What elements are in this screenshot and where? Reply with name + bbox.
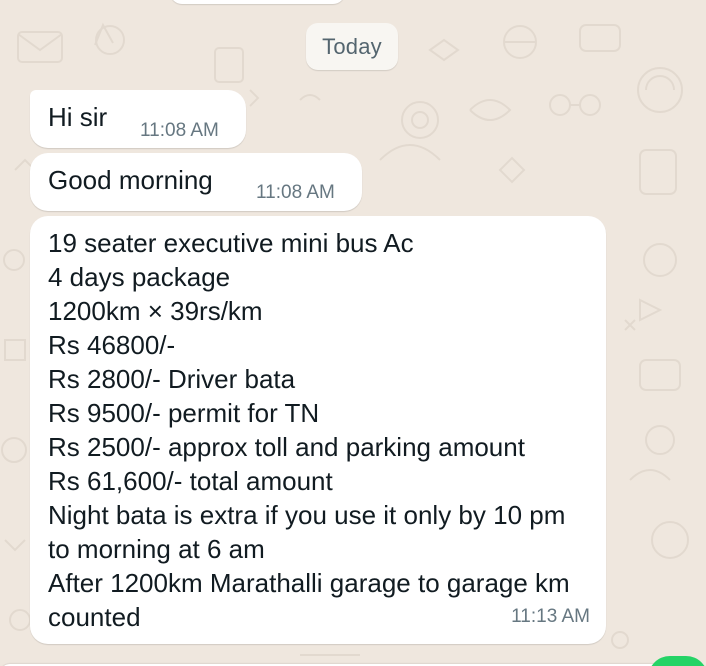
chat-wallpaper: Today Hi sir 11:08 AM Good morning 11:08… <box>0 0 706 666</box>
previous-message-bubble[interactable] <box>170 0 345 4</box>
incoming-message-bubble[interactable]: Good morning 11:08 AM <box>30 153 362 211</box>
message-timestamp: 11:13 AM <box>511 606 590 627</box>
message-timestamp: 11:08 AM <box>256 182 335 203</box>
message-text: 19 seater executive mini bus Ac 4 days p… <box>48 228 570 632</box>
message-text: Hi sir <box>48 102 108 132</box>
message-text: Good morning <box>48 165 213 195</box>
incoming-message-bubble[interactable]: Hi sir 11:08 AM <box>30 90 246 148</box>
message-timestamp: 11:08 AM <box>140 120 219 141</box>
date-separator-label: Today <box>322 33 382 59</box>
incoming-message-bubble[interactable]: 19 seater executive mini bus Ac 4 days p… <box>30 216 606 644</box>
date-separator: Today <box>306 23 398 70</box>
